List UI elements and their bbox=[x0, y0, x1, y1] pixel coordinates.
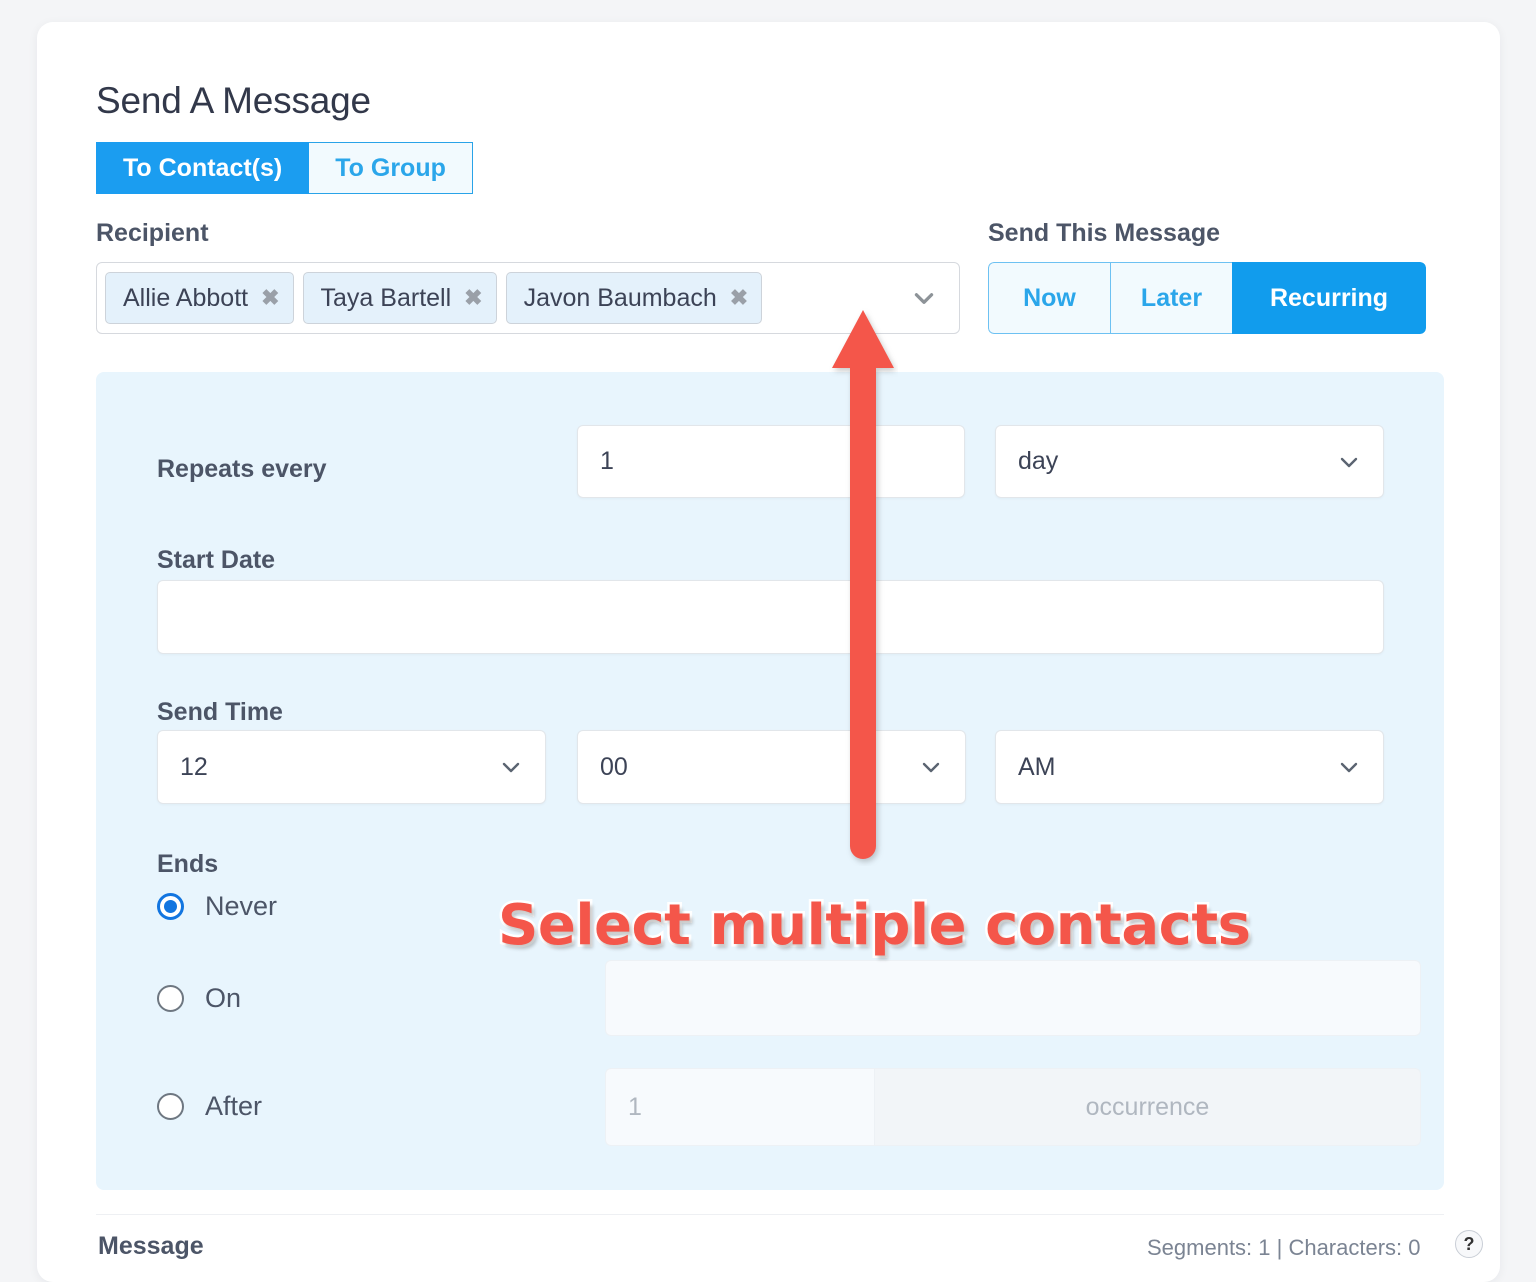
repeat-unit-select[interactable]: day bbox=[995, 425, 1384, 498]
send-time-hour-select[interactable]: 12 bbox=[157, 730, 546, 804]
radio-after-icon[interactable] bbox=[157, 1093, 184, 1120]
send-message-card: Send A Message To Contact(s) To Group Re… bbox=[37, 22, 1500, 1282]
recipient-chip[interactable]: Taya Bartell ✖ bbox=[302, 272, 497, 324]
repeat-interval-value: 1 bbox=[600, 447, 614, 475]
schedule-option-now[interactable]: Now bbox=[988, 262, 1110, 334]
send-time-minute-select[interactable]: 00 bbox=[577, 730, 966, 804]
footer-divider bbox=[96, 1214, 1444, 1215]
recipient-chip-label: Taya Bartell bbox=[320, 283, 452, 312]
chevron-down-icon bbox=[499, 755, 523, 779]
recipient-chip[interactable]: Javon Baumbach ✖ bbox=[505, 272, 763, 324]
recipient-chip[interactable]: Allie Abbott ✖ bbox=[105, 272, 294, 324]
message-label: Message bbox=[98, 1232, 204, 1260]
help-icon[interactable]: ? bbox=[1455, 1230, 1483, 1258]
ends-after-unit-label: occurrence bbox=[875, 1068, 1421, 1146]
send-time-hour-value: 12 bbox=[180, 752, 208, 781]
ends-after-unit-value: occurrence bbox=[1085, 1092, 1210, 1121]
tab-to-contacts[interactable]: To Contact(s) bbox=[96, 142, 310, 194]
recipient-chip-label: Javon Baumbach bbox=[523, 283, 717, 312]
radio-on-icon[interactable] bbox=[157, 985, 184, 1012]
send-time-meridiem-value: AM bbox=[1018, 752, 1056, 781]
ends-option-after-label: After bbox=[205, 1091, 263, 1121]
chevron-down-icon bbox=[919, 755, 943, 779]
schedule-option-later[interactable]: Later bbox=[1110, 262, 1232, 334]
send-time-minute-value: 00 bbox=[600, 752, 628, 781]
recipient-label: Recipient bbox=[96, 219, 209, 247]
chevron-down-icon bbox=[1337, 450, 1361, 474]
send-time-label: Send Time bbox=[157, 698, 283, 726]
remove-chip-icon[interactable]: ✖ bbox=[464, 287, 482, 309]
send-this-message-label: Send This Message bbox=[988, 219, 1221, 247]
ends-option-after[interactable]: After bbox=[157, 1091, 262, 1122]
ends-option-on-label: On bbox=[205, 983, 242, 1013]
recipient-chip-label: Allie Abbott bbox=[123, 283, 249, 312]
ends-after-count-input[interactable]: 1 bbox=[605, 1068, 875, 1146]
start-date-label: Start Date bbox=[157, 546, 276, 574]
chevron-down-icon bbox=[1337, 755, 1361, 779]
send-time-meridiem-select[interactable]: AM bbox=[995, 730, 1384, 804]
segment-character-counter: Segments: 1 | Characters: 0 bbox=[1147, 1235, 1421, 1260]
schedule-option-recurring[interactable]: Recurring bbox=[1232, 262, 1426, 334]
schedule-toggle-group: Now Later Recurring bbox=[988, 262, 1426, 334]
ends-on-date-input[interactable] bbox=[605, 960, 1421, 1036]
recipient-multiselect[interactable]: Allie Abbott ✖ Taya Bartell ✖ Javon Baum… bbox=[96, 262, 960, 334]
audience-toggle-group: To Contact(s) To Group bbox=[96, 142, 473, 194]
chevron-down-icon[interactable] bbox=[911, 285, 937, 311]
ends-after-count-value: 1 bbox=[628, 1092, 642, 1121]
start-date-input[interactable] bbox=[157, 580, 1384, 654]
tab-to-group[interactable]: To Group bbox=[309, 142, 473, 194]
ends-option-on[interactable]: On bbox=[157, 983, 241, 1014]
page-title: Send A Message bbox=[96, 80, 371, 121]
remove-chip-icon[interactable]: ✖ bbox=[730, 287, 748, 309]
repeat-interval-input[interactable]: 1 bbox=[577, 425, 965, 498]
ends-option-never-label: Never bbox=[205, 891, 278, 921]
remove-chip-icon[interactable]: ✖ bbox=[261, 287, 279, 309]
ends-label: Ends bbox=[157, 850, 219, 878]
repeat-unit-value: day bbox=[1018, 447, 1059, 475]
ends-option-never[interactable]: Never bbox=[157, 891, 277, 922]
repeats-every-label: Repeats every bbox=[157, 455, 327, 483]
radio-never-icon[interactable] bbox=[157, 893, 184, 920]
recurring-settings-panel: Repeats every 1 day Start Date Send Time… bbox=[96, 372, 1444, 1190]
